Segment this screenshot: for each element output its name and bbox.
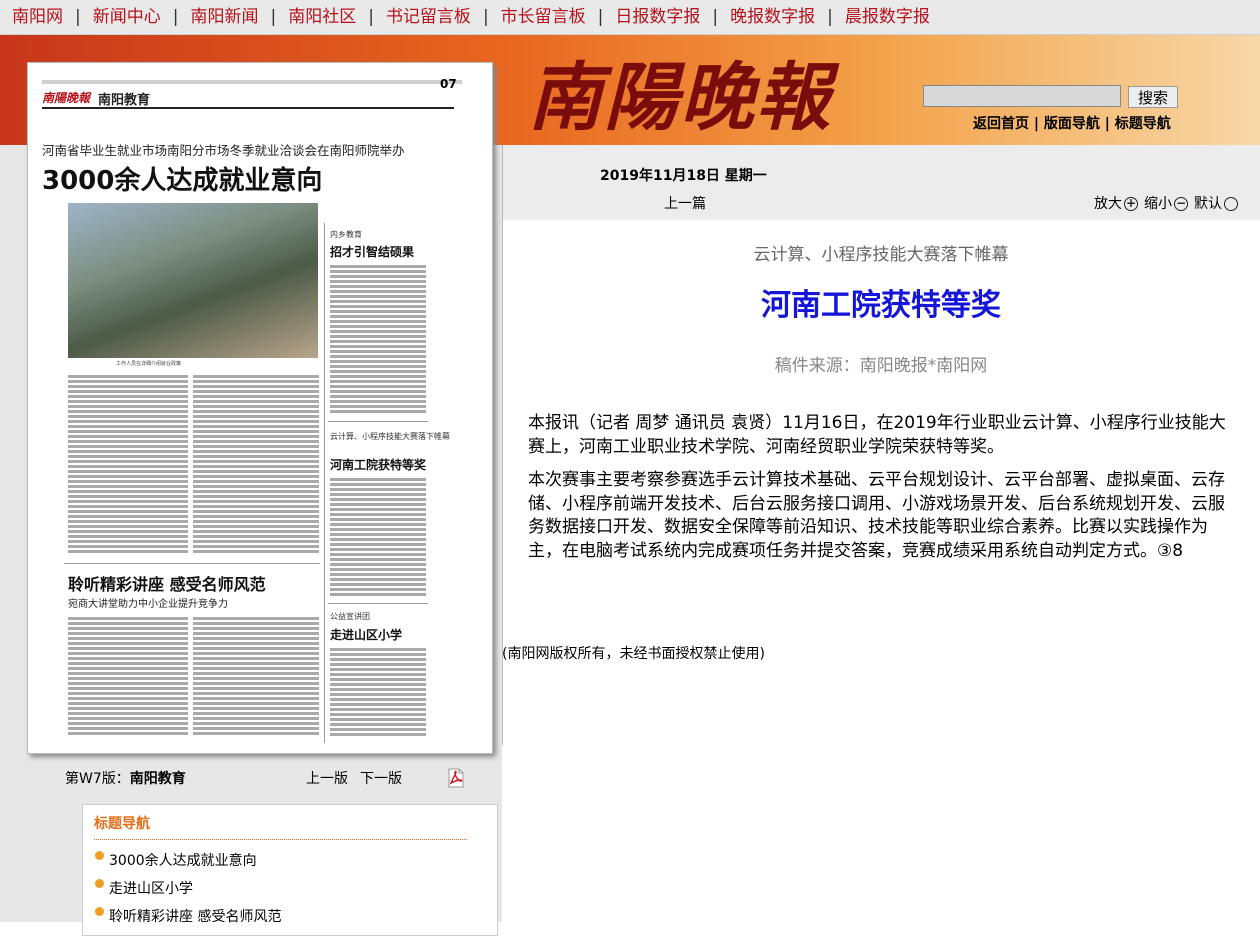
zoom-default-label[interactable]: 默认 xyxy=(1194,196,1222,212)
nav-separator: | xyxy=(597,7,604,27)
title-nav-heading: 标题导航 xyxy=(94,816,150,832)
zoom-in-icon[interactable]: + xyxy=(1124,197,1138,211)
nav-link-community[interactable]: 南阳社区 xyxy=(288,7,356,27)
zoom-controls: 放大 + 缩小 − 默认 xyxy=(1094,193,1244,213)
page-masthead: 南陽晚報 南阳教育 xyxy=(42,87,454,109)
title-nav-box: 标题导航 3000余人达成就业意向 走进山区小学 聆听精彩讲座 感受名师风范 xyxy=(82,804,498,936)
title-nav-item-label: 走进山区小学 xyxy=(109,881,193,897)
search-input[interactable] xyxy=(923,85,1121,107)
article-text-block xyxy=(193,615,319,735)
page-header-rule xyxy=(42,80,462,84)
nav-link-nanyang-net[interactable]: 南阳网 xyxy=(12,7,63,27)
article-paragraph: 本报讯（记者 周梦 通讯员 袁贤）11月16日，在2019年行业职业云计算、小程… xyxy=(528,413,1226,457)
column-rule xyxy=(324,223,325,743)
masthead-logo: 南陽晚報 xyxy=(42,91,91,105)
bullet-icon xyxy=(95,851,104,860)
zoom-out-icon[interactable]: − xyxy=(1174,197,1188,211)
nav-link-nanyang-news[interactable]: 南阳新闻 xyxy=(190,7,258,27)
side-story-headline[interactable]: 河南工院获特等奖 xyxy=(330,456,426,473)
article-kicker: 云计算、小程序技能大赛落下帷幕 xyxy=(753,245,1009,265)
next-page-link[interactable]: 下一版 xyxy=(360,768,402,788)
side-story-kicker: 公益宣讲团 xyxy=(330,612,370,621)
nav-link-secretary-board[interactable]: 书记留言板 xyxy=(386,7,471,27)
story-divider xyxy=(328,421,428,422)
nav-link-morning-digital[interactable]: 晨报数字报 xyxy=(845,7,930,27)
article-paragraph: 本次赛事主要考察参赛选手云计算技术基础、云平台规划设计、云平台部署、虚拟桌面、云… xyxy=(528,470,1225,561)
edition-name: 南阳教育 xyxy=(129,771,186,787)
prev-page-link[interactable]: 上一版 xyxy=(306,768,348,788)
zoom-in-label[interactable]: 放大 xyxy=(1094,196,1122,212)
edition-info: 第W7版：南阳教育 xyxy=(65,768,186,788)
story-divider xyxy=(64,563,320,564)
title-nav-item[interactable]: 走进山区小学 xyxy=(95,878,193,898)
title-nav-item[interactable]: 3000余人达成就业意向 xyxy=(95,850,257,870)
zoom-default-icon[interactable] xyxy=(1224,197,1238,211)
header-subnav: 返回首页 | 版面导航 | 标题导航 xyxy=(973,116,1171,132)
title-nav-item-label: 聆听精彩讲座 感受名师风范 xyxy=(109,909,282,925)
nav-separator: | xyxy=(712,7,719,27)
prev-article-link[interactable]: 上一篇 xyxy=(664,193,706,213)
site-logo: 南陽晚報 xyxy=(528,55,832,141)
lead-headline[interactable]: 3000余人达成就业意向 xyxy=(42,160,322,197)
article-text-block xyxy=(68,615,188,735)
top-nav-bar: 南阳网 | 新闻中心 | 南阳新闻 | 南阳社区 | 书记留言板 | 市长留言板 | 日报数字报 | 晚报数… xyxy=(0,0,1260,35)
article-text-block xyxy=(68,373,188,555)
title-nav-link[interactable]: 标题导航 xyxy=(1115,116,1171,132)
nav-separator: | xyxy=(827,7,833,27)
bullet-icon xyxy=(95,907,104,916)
nav-link-mayor-board[interactable]: 市长留言板 xyxy=(501,7,586,27)
nav-link-evening-digital[interactable]: 晚报数字报 xyxy=(730,7,815,27)
nav-separator: | xyxy=(75,7,81,27)
article-headline: 河南工院获特等奖 xyxy=(761,288,1001,323)
side-story-headline[interactable]: 走进山区小学 xyxy=(330,626,402,643)
photo-caption: 工作人员在详细介绍就业政策 xyxy=(116,361,182,367)
story-divider xyxy=(328,603,428,604)
news-photo xyxy=(68,203,318,358)
nav-separator: | xyxy=(270,7,277,27)
nav-separator: | xyxy=(368,7,374,27)
edition-prefix: 第W7版： xyxy=(65,771,130,787)
title-nav-rule xyxy=(94,839,467,840)
title-nav-item-label: 3000余人达成就业意向 xyxy=(109,853,257,869)
title-nav-item[interactable]: 聆听精彩讲座 感受名师风范 xyxy=(95,906,281,926)
article-text-block xyxy=(330,263,426,413)
zoom-out-label[interactable]: 缩小 xyxy=(1144,196,1172,212)
masthead-section: 南阳教育 xyxy=(98,93,151,108)
nav-link-news-center[interactable]: 新闻中心 xyxy=(93,7,161,27)
lead-subheadline[interactable]: 河南省毕业生就业市场南阳分市场冬季就业洽谈会在南阳师院举办 xyxy=(42,140,405,159)
article-text-block xyxy=(330,476,426,598)
side-story-headline[interactable]: 招才引智结硕果 xyxy=(330,243,414,260)
side-story-kicker: 内乡教育 xyxy=(330,230,362,239)
issue-date: 2019年11月18日 星期一 xyxy=(600,168,767,184)
copyright-notice: (南阳网版权所有，未经书面授权禁止使用) xyxy=(502,646,765,662)
nav-separator: | xyxy=(482,7,489,27)
nav-separator: | xyxy=(172,7,179,27)
bullet-icon xyxy=(95,879,104,888)
article-text-block xyxy=(193,373,319,555)
newspaper-page-image[interactable]: 07 南陽晚報 南阳教育 河南省毕业生就业市场南阳分市场冬季就业洽谈会在南阳师院… xyxy=(27,62,493,754)
home-link[interactable]: 返回首页 xyxy=(973,116,1029,132)
nav-link-daily-digital[interactable]: 日报数字报 xyxy=(615,7,700,27)
layout-nav-link[interactable]: 版面导航 xyxy=(1044,116,1100,132)
lecture-headline[interactable]: 聆听精彩讲座 感受名师风范 xyxy=(68,571,266,595)
pdf-icon[interactable] xyxy=(447,768,465,788)
side-story-kicker: 云计算、小程序技能大赛落下帷幕 xyxy=(330,432,450,441)
search-button[interactable]: 搜索 xyxy=(1128,86,1178,108)
article-text-block xyxy=(330,646,426,738)
article-body: 本报讯（记者 周梦 通讯员 袁贤）11月16日，在2019年行业职业云计算、小程… xyxy=(528,412,1238,573)
article-source: 稿件来源：南阳晚报*南阳网 xyxy=(774,356,988,376)
lecture-subheadline: 宛商大讲堂助力中小企业提升竞争力 xyxy=(68,599,228,610)
